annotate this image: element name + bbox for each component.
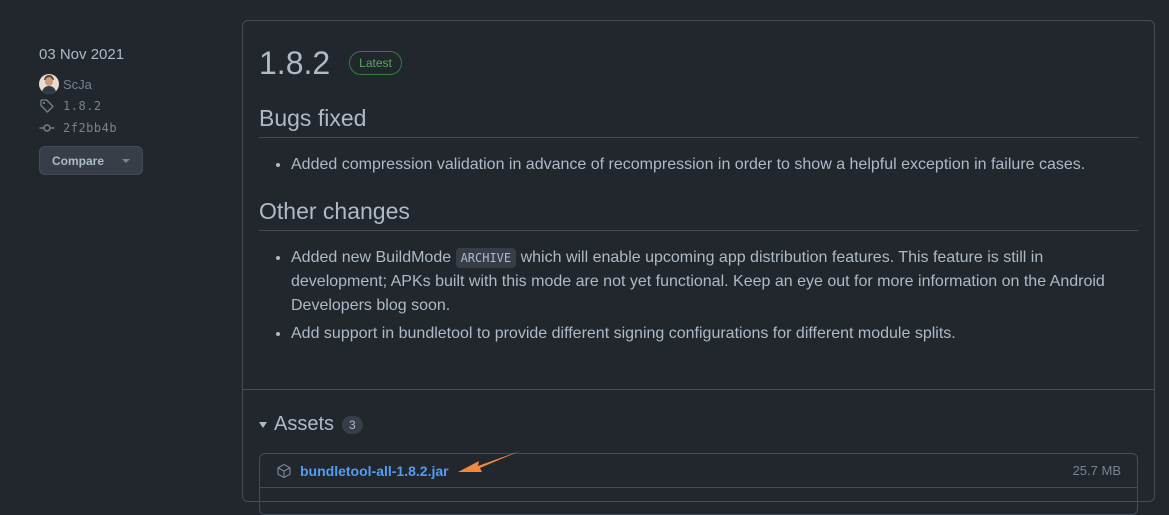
compare-button[interactable]: Compare [39,146,144,175]
commit-sha[interactable]: 2f2bb4b [63,121,117,135]
author-avatar[interactable] [39,74,59,94]
list-item: Added new BuildMode ARCHIVE which will e… [291,246,1138,318]
list-item-text: which will enable upcoming app distribut… [516,249,1044,266]
release-card: 1.8.2 Latest Bugs fixed Added compressio… [242,20,1155,515]
code-archive: ARCHIVE [455,248,517,268]
list-item-text: Added new BuildMode [291,249,456,266]
author-row[interactable]: ScJa [39,73,229,95]
tag-name[interactable]: 1.8.2 [63,99,102,113]
release-sidebar: 03 Nov 2021 ScJa 1.8.2 2f2bb4b Compare [39,46,229,175]
list-item: Add support in bundletool to provide dif… [291,322,1138,346]
asset-link[interactable]: bundletool-all-1.8.2.jar [300,463,449,479]
chevron-down-icon [122,158,131,163]
assets-count: 3 [342,415,363,434]
commit-icon [39,124,55,132]
asset-size: 25.7 MB [1072,463,1121,478]
author-name[interactable]: ScJa [63,77,92,92]
commit-row[interactable]: 2f2bb4b [39,117,229,139]
tag-icon [40,99,54,113]
bugs-fixed-list: Added compression validation in advance … [259,153,1138,177]
assets-list: bundletool-all-1.8.2.jar 25.7 MB [259,451,1138,515]
annotation-arrow-icon [458,451,520,472]
divider [243,389,1154,390]
asset-row: bundletool-all-1.8.2.jar 25.7 MB [260,451,1137,488]
other-changes-list: Added new BuildMode ARCHIVE which will e… [259,246,1138,346]
assets-toggle[interactable]: Assets 3 [259,413,363,436]
package-icon [277,463,291,478]
other-changes-heading: Other changes [259,198,1138,231]
assets-title: Assets [274,413,335,435]
release-header: 1.8.2 Latest [259,43,1138,83]
list-item-text: development; APKs built with this mode a… [291,273,1105,290]
compare-label: Compare [52,153,105,168]
latest-badge: Latest [349,51,402,75]
release-title[interactable]: 1.8.2 [259,45,330,82]
list-item: Added compression validation in advance … [291,153,1138,177]
bugs-fixed-heading: Bugs fixed [259,105,1138,138]
list-item-text: Developers blog soon. [291,297,451,314]
release-date: 03 Nov 2021 [39,46,125,63]
triangle-down-icon [259,421,267,428]
tag-row[interactable]: 1.8.2 [39,95,229,117]
